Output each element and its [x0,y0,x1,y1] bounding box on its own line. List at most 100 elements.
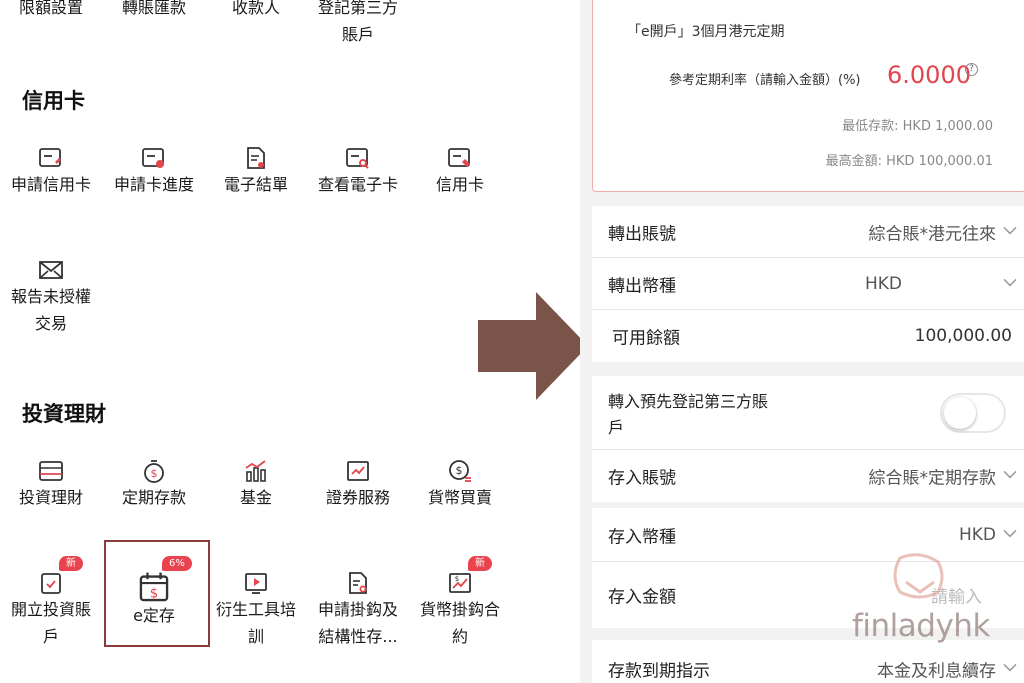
derivatives-training-item[interactable]: 衍生工具培 訓 [206,570,306,650]
deposit-amount-label: 存入金額 [608,587,676,608]
video-play-icon [245,573,267,594]
chevron-down-icon [1003,663,1017,672]
transfer-out-currency-value: HKD [864,273,902,294]
credit-card-item[interactable]: 信用卡 [410,145,510,198]
reference-rate-value: 6.0000 [887,61,971,89]
chevron-down-icon [1003,529,1017,537]
limit-settings-item[interactable]: 限額設置 [1,0,101,21]
help-icon[interactable]: ? [965,63,978,76]
e-statement-label: 電子結單 [223,175,288,194]
new-badge: 新 [468,556,492,571]
open-investment-account-item[interactable]: 新 開立投資賬 戶 [1,556,101,650]
available-balance-label: 可用餘額 [612,328,680,349]
derivatives-training-label-2: 訓 [247,627,264,646]
application-progress-label: 申請卡進度 [113,175,194,194]
register-third-party-label-2: 賬戶 [341,25,374,44]
currency-linked-label-1: 貨幣掛鈎合 [419,600,500,619]
available-balance-value: 100,000.00 [914,326,1012,346]
deposit-currency-value: HKD [958,524,996,545]
payee-label: 收款人 [231,0,280,17]
card-progress-icon [142,148,164,168]
limit-settings-label: 限額設置 [18,0,83,17]
payee-item[interactable]: 收款人 [206,0,306,21]
deposit-currency-row[interactable]: 存入幣種 HKD [592,508,1024,562]
pre-registered-third-party-row: 轉入預先登記第三方賬 戶 [592,376,1024,450]
chevron-down-icon [1003,470,1017,479]
deposit-account-value: 綜合賬*定期存款 [868,468,997,489]
structured-products-item[interactable]: 申請掛鈎及 結構性存... [308,570,408,650]
register-third-party-item[interactable]: 登記第三方 賬戶 [308,0,408,48]
view-e-card-label: 查看電子卡 [317,175,398,194]
currency-linked-item[interactable]: 新 $ 貨幣掛鈎合 約 [410,556,510,650]
currency-linked-label-2: 約 [451,627,468,646]
time-deposit-label: 定期存款 [121,488,186,507]
deposit-account-row[interactable]: 存入賬號 綜合賬*定期存款 [592,450,1024,502]
document-search-icon [349,572,367,594]
transfer-out-currency-label: 轉出幣種 [608,276,676,296]
open-investment-account-label-2: 戶 [42,627,59,646]
e-statement-item[interactable]: 電子結單 [206,145,306,198]
toggle-knob [944,396,976,429]
stopwatch-dollar-icon: $ [144,460,164,483]
transfer-label: 轉賬匯款 [121,0,186,17]
view-e-card-item[interactable]: 查看電子卡 [308,145,408,198]
clipboard-check-icon [41,573,61,594]
maximum-amount-text: 最高金額: HKD 100,000.01 [825,154,993,169]
services-menu-panel: 限額設置 轉賬匯款 收款人 登記第三方 賬戶 信用卡 申請信用卡 申請卡進度 電… [0,0,520,683]
maturity-group: 存款到期指示 本金及利息續存 [592,640,1024,683]
maturity-instruction-row[interactable]: 存款到期指示 本金及利息續存 [592,640,1024,683]
report-unauthorized-item[interactable]: 報告未授權 交易 [1,257,101,337]
svg-text:$: $ [151,467,158,480]
e-time-deposit-form: 「e開戶」3個月港元定期 參考定期利率（請輸入金額）(%) 6.0000 ? 最… [580,0,1024,683]
transfer-item[interactable]: 轉賬匯款 [104,0,204,21]
svg-text:$: $ [456,464,463,477]
deposit-amount-input[interactable]: 請輸入 [931,583,982,608]
new-badge: 新 [59,556,83,571]
statement-icon [247,147,265,169]
maturity-instruction-label: 存款到期指示 [608,661,710,682]
apply-credit-card-label: 申請信用卡 [10,175,91,194]
minimum-deposit-text: 最低存款: HKD 1,000.00 [842,119,993,134]
securities-label: 證券服務 [325,488,390,507]
currency-exchange-icon: $ [449,460,471,482]
rate-info-card: 「e開戶」3個月港元定期 參考定期利率（請輸入金額）(%) 6.0000 ? 最… [592,0,1024,192]
pre-registered-third-party-label: 轉入預先登記第三方賬 戶 [608,389,808,441]
transfer-out-account-label: 轉出賬號 [608,224,676,244]
register-third-party-label: 登記第三方 [317,0,398,17]
application-progress-item[interactable]: 申請卡進度 [104,145,204,198]
card-search-icon [346,148,369,169]
open-investment-account-label-1: 開立投資賬 [10,600,91,619]
transfer-out-account-row[interactable]: 轉出賬號 綜合賬*港元往來 [592,206,1024,258]
deposit-details-group: 存入幣種 HKD 存入金額 請輸入 [592,508,1024,628]
fx-trading-label: 貨幣買賣 [427,488,492,507]
securities-item[interactable]: 證券服務 [308,458,408,511]
chevron-down-icon [1003,278,1017,286]
transfer-out-account-value: 綜合賬*港元往來 [868,224,997,244]
funds-item[interactable]: 基金 [206,458,306,511]
structured-products-label-1: 申請掛鈎及 [317,600,398,619]
right-arrow-icon [478,292,588,400]
time-deposit-item[interactable]: $ 定期存款 [104,458,204,511]
pre-registered-label-line2: 戶 [608,418,625,437]
envelope-icon [39,261,63,279]
reference-rate-label: 參考定期利率（請輸入金額）(%) [669,73,861,88]
credit-card-label: 信用卡 [435,175,484,194]
deposit-account-label: 存入賬號 [608,468,676,489]
wallet-icon [39,461,63,481]
fx-trading-item[interactable]: $ 貨幣買賣 [410,458,510,511]
e-time-deposit-highlight [104,540,210,647]
bar-chart-icon [245,460,266,482]
product-title: 「e開戶」3個月港元定期 [627,24,785,40]
funds-label: 基金 [239,488,272,507]
investment-section-title: 投資理財 [22,402,106,426]
investment-item[interactable]: 投資理財 [1,458,101,511]
apply-credit-card-item[interactable]: 申請信用卡 [1,145,101,198]
transfer-out-currency-row[interactable]: 轉出幣種 HKD [592,258,1024,310]
transfer-in-group: 轉入預先登記第三方賬 戶 存入賬號 綜合賬*定期存款 [592,376,1024,502]
svg-text:$: $ [455,575,459,583]
credit-card-icon [448,148,470,167]
card-apply-icon [39,148,61,167]
pre-registered-toggle[interactable] [940,392,1006,433]
available-balance-row: 可用餘額 100,000.00 [592,310,1024,362]
deposit-amount-row[interactable]: 存入金額 請輸入 [592,562,1024,628]
